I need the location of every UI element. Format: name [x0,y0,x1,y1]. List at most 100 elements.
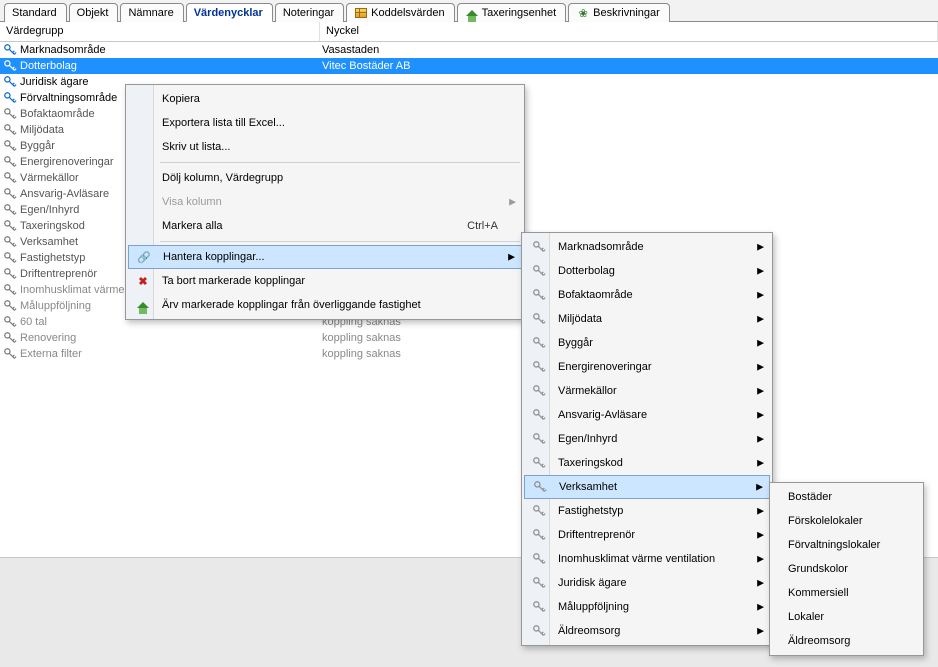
menu-item-label: Exportera lista till Excel... [162,117,498,129]
key-icon [2,42,18,58]
menu-item[interactable]: Skriv ut lista... [128,135,522,159]
submenu-arrow-icon: ▶ [757,362,764,373]
row-group-label: Måluppföljning [20,298,91,314]
key-icon [2,74,18,90]
tab-koddelsvärden[interactable]: Koddelsvärden [346,3,454,22]
table-row[interactable]: Renoveringkoppling saknas [0,330,938,346]
row-group-label: 60 tal [20,314,47,330]
menu-item-label: Ärv markerade kopplingar från överliggan… [162,299,498,311]
key-icon [526,548,552,570]
menu-item[interactable]: Verksamhet▶ [524,475,770,499]
tab-label: Standard [12,7,57,19]
submenu-arrow-icon: ▶ [757,242,764,253]
key-icon [527,476,553,498]
menu-item-label: Hantera kopplingar... [163,251,497,263]
menu-item[interactable]: Miljödata ▶ [524,307,770,331]
key-icon [2,170,18,186]
menu-item[interactable]: Värmekällor▶ [524,379,770,403]
row-key-value: Vasastaden [320,42,938,58]
submenu-arrow-icon: ▶ [756,482,763,493]
menu-item[interactable]: Marknadsområde▶ [524,235,770,259]
key-icon [2,346,18,362]
tab-noteringar[interactable]: Noteringar [275,3,344,22]
context-submenu-verksamhet: Bostäder FörskolelokalerFörvaltningslokal… [769,482,924,656]
menu-item-label: Dotterbolag [558,265,746,277]
table-row[interactable]: MarknadsområdeVasastaden [0,42,938,58]
menu-item[interactable]: Exportera lista till Excel... [128,111,522,135]
menu-item[interactable]: Förskolelokaler [772,509,921,533]
key-icon [526,380,552,402]
menu-item[interactable]: 🔗Hantera kopplingar...▶ [128,245,522,269]
menu-item-label: Kopiera [162,93,498,105]
submenu-arrow-icon: ▶ [757,314,764,325]
menu-item-label: Miljödata [558,313,746,325]
column-header-group[interactable]: Värdegrupp [0,22,320,41]
key-icon [2,58,18,74]
menu-item[interactable]: Ärv markerade kopplingar från överliggan… [128,293,522,317]
menu-item[interactable]: Kommersiell [772,581,921,605]
tab-objekt[interactable]: Objekt [69,3,119,22]
submenu-arrow-icon: ▶ [757,506,764,517]
row-group-label: Renovering [20,330,76,346]
tab-label: Koddelsvärden [371,7,444,19]
menu-item[interactable]: Äldreomsorg▶ [524,619,770,643]
menu-item-label: Taxeringskod [558,457,746,469]
row-group-label: Externa filter [20,346,82,362]
delete-icon: ✖ [130,270,156,292]
column-headers: Värdegrupp Nyckel [0,22,938,42]
key-icon [2,122,18,138]
menu-item[interactable]: Dotterbolag ▶ [524,259,770,283]
menu-item[interactable]: Driftentreprenör▶ [524,523,770,547]
menu-item[interactable]: Dölj kolumn, Värdegrupp [128,166,522,190]
submenu-arrow-icon: ▶ [757,578,764,589]
menu-item[interactable]: Måluppföljning▶ [524,595,770,619]
row-group-label: Ansvarig-Avläsare [20,186,109,202]
menu-item[interactable]: Grundskolor [772,557,921,581]
submenu-arrow-icon: ▶ [757,266,764,277]
tab-taxeringsenhet[interactable]: Taxeringsenhet [457,3,567,22]
column-header-key[interactable]: Nyckel [320,22,938,41]
tab-standard[interactable]: Standard [4,3,67,22]
menu-item-label: Måluppföljning [558,601,746,613]
menu-item[interactable]: Ansvarig-Avläsare▶ [524,403,770,427]
menu-item[interactable]: Kopiera [128,87,522,111]
key-icon [526,284,552,306]
table-row[interactable]: Externa filterkoppling saknas [0,346,938,362]
menu-item[interactable]: Taxeringskod▶ [524,451,770,475]
row-group-label: Fastighetstyp [20,250,85,266]
submenu-arrow-icon: ▶ [509,197,516,208]
menu-item[interactable]: Juridisk ägare▶ [524,571,770,595]
menu-item[interactable]: Fastighetstyp▶ [524,499,770,523]
tree-icon: ❀ [576,6,590,20]
menu-item[interactable]: ✖Ta bort markerade kopplingar [128,269,522,293]
menu-item[interactable]: Lokaler [772,605,921,629]
menu-item[interactable]: Byggår▶ [524,331,770,355]
row-group-label: Verksamhet [20,234,78,250]
menu-item[interactable]: Markera allaCtrl+A [128,214,522,238]
table-row[interactable]: DotterbolagVitec Bostäder AB [0,58,938,74]
key-icon [526,596,552,618]
menu-item[interactable]: Egen/Inhyrd▶ [524,427,770,451]
menu-item[interactable]: Inomhusklimat värme ventilation▶ [524,547,770,571]
key-icon [2,138,18,154]
menu-item[interactable]: Bofaktaområde▶ [524,283,770,307]
menu-item[interactable]: Äldreomsorg [772,629,921,653]
key-icon [526,332,552,354]
tab-värdenycklar[interactable]: Värdenycklar [186,3,273,22]
key-icon [526,620,552,642]
key-icon [526,260,552,282]
menu-item-label: Bofaktaområde [558,289,746,301]
menu-item[interactable]: Bostäder [772,485,921,509]
menu-item-label: Visa kolumn [162,196,498,208]
menu-item[interactable]: Förvaltningslokaler [772,533,921,557]
key-icon [2,314,18,330]
submenu-arrow-icon: ▶ [757,410,764,421]
key-icon [2,282,18,298]
menu-item-label: Bostäder [788,491,897,503]
tab-beskrivningar[interactable]: ❀Beskrivningar [568,3,670,22]
tab-nämnare[interactable]: Nämnare [120,3,183,22]
menu-item[interactable]: Energirenoveringar▶ [524,355,770,379]
house-icon [465,6,479,20]
key-icon [2,186,18,202]
context-menu: Kopiera Exportera lista till Excel... Skri… [125,84,525,320]
